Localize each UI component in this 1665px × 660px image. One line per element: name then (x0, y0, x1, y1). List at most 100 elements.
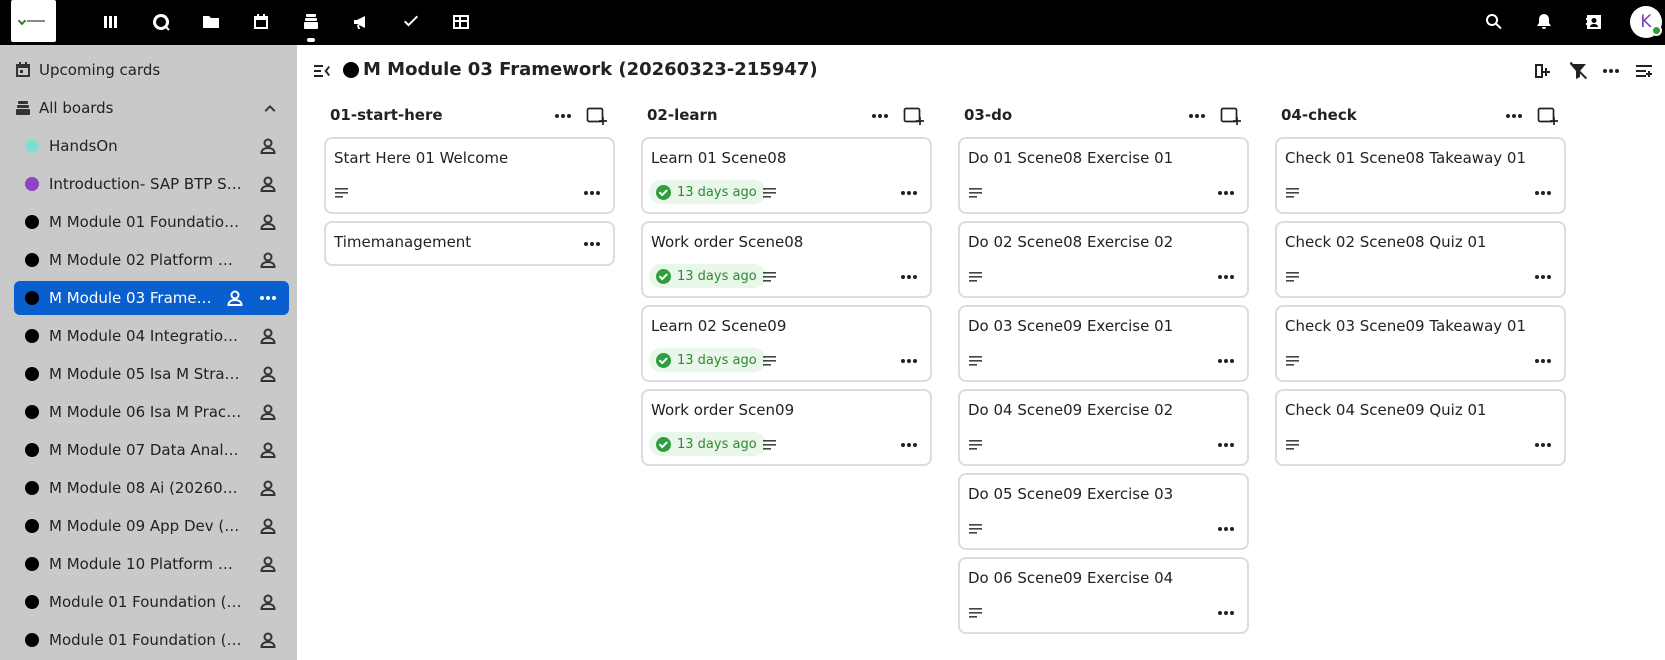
stack-more-icon[interactable] (552, 105, 574, 127)
upcoming-cards-link[interactable]: Upcoming cards (0, 52, 297, 88)
board-details-icon[interactable] (1632, 59, 1656, 83)
shared-user-icon[interactable] (258, 402, 278, 422)
shared-user-icon[interactable] (258, 516, 278, 536)
shared-user-icon[interactable] (225, 288, 245, 308)
card[interactable]: Work order Scen09 13 days ago (641, 389, 932, 466)
card-more-icon[interactable] (1532, 435, 1554, 455)
shared-user-icon[interactable] (258, 364, 278, 384)
card[interactable]: Do 06 Scene09 Exercise 04 (958, 557, 1249, 634)
card-more-icon[interactable] (1215, 183, 1237, 203)
card-more-icon[interactable] (1532, 183, 1554, 203)
card[interactable]: Do 05 Scene09 Exercise 03 (958, 473, 1249, 550)
tables-app-icon[interactable] (448, 9, 474, 35)
board-name: M Module 03 Framework (20260323-215947) (49, 289, 216, 307)
card[interactable]: Do 01 Scene08 Exercise 01 (958, 137, 1249, 214)
card[interactable]: Timemanagement (324, 221, 615, 266)
sidebar-board-item[interactable]: M Module 04 Integration (20260323-215947… (14, 319, 289, 353)
more-options-icon[interactable] (1599, 59, 1623, 83)
sidebar-board-item[interactable]: Introduction- SAP BTP Solution Architect (14, 167, 289, 201)
card-more-icon[interactable] (581, 183, 603, 203)
card[interactable]: Learn 02 Scene09 13 days ago (641, 305, 932, 382)
sidebar-board-item[interactable]: M Module 08 Ai (20260313-215947) (14, 471, 289, 505)
contacts-icon[interactable] (1582, 10, 1606, 34)
card[interactable]: Do 02 Scene08 Exercise 02 (958, 221, 1249, 298)
logo[interactable] (11, 0, 56, 42)
card-more-icon[interactable] (898, 435, 920, 455)
calendar-app-icon[interactable] (248, 9, 274, 35)
sidebar-board-item[interactable]: M Module 10 Platform Core (20260323-2159… (14, 547, 289, 581)
shared-user-icon[interactable] (258, 478, 278, 498)
stack-title[interactable]: 03-do (964, 106, 1012, 124)
due-date-badge[interactable]: 13 days ago (649, 348, 766, 372)
sidebar-board-item[interactable]: M Module 03 Framework (20260323-215947) (14, 281, 289, 315)
sidebar-board-item[interactable]: M Module 01 Foundation (20260323-215947) (14, 205, 289, 239)
shared-user-icon[interactable] (258, 174, 278, 194)
shared-user-icon[interactable] (258, 136, 278, 156)
notifications-bell-icon[interactable] (1532, 10, 1556, 34)
search-icon[interactable] (1482, 10, 1506, 34)
sidebar-board-item[interactable]: M Module 07 Data Analytics (20260323-215… (14, 433, 289, 467)
card-more-icon[interactable] (1215, 435, 1237, 455)
toggle-sidebar-icon[interactable] (311, 60, 333, 82)
board-more-icon[interactable] (258, 288, 278, 308)
card-more-icon[interactable] (898, 351, 920, 371)
card[interactable]: Check 02 Scene08 Quiz 01 (1275, 221, 1566, 298)
add-list-icon[interactable] (1531, 59, 1555, 83)
add-card-icon[interactable] (1219, 105, 1243, 127)
description-icon (1285, 270, 1301, 284)
tasks-app-icon[interactable] (398, 9, 424, 35)
sidebar-board-item[interactable]: HandsOn (14, 129, 289, 163)
card[interactable]: Check 04 Scene09 Quiz 01 (1275, 389, 1566, 466)
card-more-icon[interactable] (898, 267, 920, 287)
card-more-icon[interactable] (1215, 519, 1237, 539)
sidebar-board-item[interactable]: M Module 02 Platform Data (20260323-2159… (14, 243, 289, 277)
shared-user-icon[interactable] (258, 592, 278, 612)
card-title: Check 03 Scene09 Takeaway 01 (1285, 317, 1526, 335)
add-card-icon[interactable] (585, 105, 609, 127)
due-date-badge[interactable]: 13 days ago (649, 432, 766, 456)
card-more-icon[interactable] (1532, 351, 1554, 371)
shared-user-icon[interactable] (258, 440, 278, 460)
due-date-badge[interactable]: 13 days ago (649, 264, 766, 288)
add-card-icon[interactable] (902, 105, 926, 127)
files-app-icon[interactable] (198, 9, 224, 35)
card[interactable]: Learn 01 Scene08 13 days ago (641, 137, 932, 214)
stack-title[interactable]: 01-start-here (330, 106, 443, 124)
card[interactable]: Start Here 01 Welcome (324, 137, 615, 214)
card[interactable]: Do 03 Scene09 Exercise 01 (958, 305, 1249, 382)
filter-off-icon[interactable] (1566, 59, 1590, 83)
dashboard-app-icon[interactable] (98, 9, 124, 35)
card-more-icon[interactable] (1215, 267, 1237, 287)
card[interactable]: Check 03 Scene09 Takeaway 01 (1275, 305, 1566, 382)
shared-user-icon[interactable] (258, 212, 278, 232)
card-more-icon[interactable] (898, 183, 920, 203)
shared-user-icon[interactable] (258, 326, 278, 346)
sidebar-board-item[interactable]: Module 01 Foundation (20260323-215947) (14, 585, 289, 619)
card[interactable]: Do 04 Scene09 Exercise 02 (958, 389, 1249, 466)
add-card-icon[interactable] (1536, 105, 1560, 127)
stack-title[interactable]: 04-check (1281, 106, 1357, 124)
card-more-icon[interactable] (1532, 267, 1554, 287)
stack-title[interactable]: 02-learn (647, 106, 718, 124)
announcements-app-icon[interactable] (348, 9, 374, 35)
shared-user-icon[interactable] (258, 250, 278, 270)
deck-app-icon[interactable] (298, 9, 324, 42)
due-date-badge[interactable]: 13 days ago (649, 180, 766, 204)
shared-user-icon[interactable] (258, 630, 278, 650)
stack-more-icon[interactable] (1186, 105, 1208, 127)
sidebar-board-item[interactable]: M Module 05 Isa M Strategy (20260323-215… (14, 357, 289, 391)
shared-user-icon[interactable] (258, 554, 278, 574)
stack-more-icon[interactable] (1503, 105, 1525, 127)
card[interactable]: Check 01 Scene08 Takeaway 01 (1275, 137, 1566, 214)
card-more-icon[interactable] (581, 234, 603, 254)
sidebar-board-item[interactable]: Module 01 Foundation (20260323-215947) (14, 623, 289, 657)
sidebar-board-item[interactable]: M Module 06 Isa M Practice (20260323-215… (14, 395, 289, 429)
card-more-icon[interactable] (1215, 603, 1237, 623)
stack-more-icon[interactable] (869, 105, 891, 127)
description-icon (762, 354, 778, 368)
card[interactable]: Work order Scene08 13 days ago (641, 221, 932, 298)
sidebar-board-item[interactable]: M Module 09 App Dev (20260323-215947) (14, 509, 289, 543)
all-boards-toggle[interactable]: All boards (0, 90, 297, 126)
card-more-icon[interactable] (1215, 351, 1237, 371)
search-app-icon[interactable] (148, 9, 174, 35)
